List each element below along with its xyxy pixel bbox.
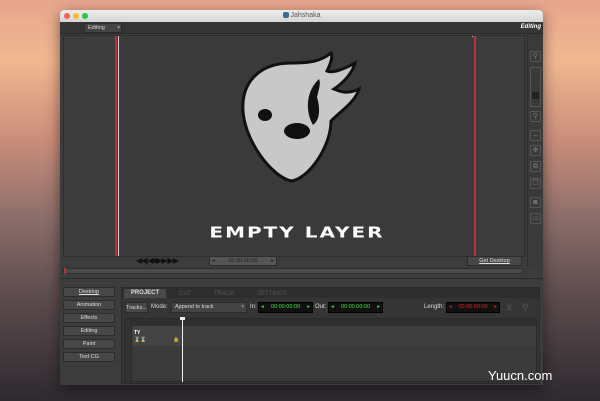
safe-line-right-red (474, 36, 476, 256)
tab-project[interactable]: PROJECT (124, 289, 166, 298)
zoom-out-icon[interactable]: ⚲ (530, 111, 541, 122)
tracks-button[interactable]: Tracks... (125, 302, 148, 313)
folder-icon[interactable]: ▭ (530, 213, 541, 224)
append-mode-select[interactable]: Append to track ▾ (171, 302, 247, 313)
title-bar: Jahshaka (60, 10, 543, 22)
timeline: TY ⌛⌛ 🔒 (125, 317, 537, 382)
splitter-handle[interactable]: · · · · · · · · · · · · · · · · · · · · … (60, 278, 543, 282)
zoom-slider-handle[interactable] (532, 92, 539, 99)
timecode-value: 00:00:00:00 (228, 258, 258, 264)
app-window: Jahshaka Editing ▾ Editing EMPTY LAYER ⚲ … (60, 10, 543, 385)
length-timecode[interactable]: ◂ 00:00:00:00 ▸ (446, 302, 500, 313)
length-value: 00:00:00:00 (458, 304, 488, 310)
close-button[interactable] (64, 13, 70, 19)
rewind-icon[interactable]: ◀◀ (136, 256, 147, 265)
watermark: Yuucn.com (488, 368, 553, 383)
scrub-marker[interactable] (64, 268, 66, 274)
playhead-handle[interactable] (180, 317, 185, 320)
out-prev-icon[interactable]: ◂ (331, 303, 334, 312)
tab-bar: PROJECT CUT TRACK SETTINGS (122, 288, 539, 298)
camera-icon[interactable]: ◙ (530, 197, 541, 208)
get-desktop-button[interactable]: Get Desktop (467, 256, 522, 266)
render-display: EMPTY LAYER (121, 37, 473, 256)
sidebar-item-desktop[interactable]: Desktop (63, 287, 115, 297)
in-value: 00:00:00:00 (270, 304, 301, 310)
jahshaka-logo (241, 51, 361, 183)
mode-select[interactable]: Editing ▾ (84, 23, 122, 33)
scrub-bar[interactable] (63, 268, 523, 274)
track-name: TY (134, 330, 141, 336)
in-label: In: (250, 304, 257, 310)
tc-next-icon[interactable]: ▸ (271, 257, 274, 265)
playhead[interactable] (182, 318, 183, 382)
fit-icon[interactable]: ⧉ (530, 161, 541, 172)
zoom-slider[interactable] (530, 67, 541, 107)
sidebar-item-editing[interactable]: Editing (63, 326, 115, 336)
minus-icon[interactable]: – (530, 130, 541, 141)
track-header: TY ⌛⌛ 🔒 (132, 326, 181, 346)
in-timecode[interactable]: ◂ 00:00:00:00 ▸ (258, 302, 313, 313)
track-lane[interactable] (181, 326, 536, 346)
app-icon (282, 12, 289, 18)
chevron-down-icon: ▾ (117, 25, 120, 31)
minimize-button[interactable] (73, 13, 79, 19)
mode-label: Editing (520, 24, 541, 30)
out-label: Out: (315, 304, 327, 310)
empty-layer-text: EMPTY LAYER (209, 223, 385, 241)
safe-line-left-red (115, 36, 117, 256)
search-icon[interactable]: ⚲ (522, 302, 529, 313)
tab-cut[interactable]: CUT (179, 291, 191, 297)
timecode-field[interactable]: ◂ 00:00:00:00 ▸ (209, 256, 277, 266)
mode-select-value: Editing (88, 25, 105, 31)
zoom-in-icon[interactable]: ⚲ (530, 51, 541, 62)
toolbar: Editing ▾ Editing (60, 22, 543, 34)
tab-track[interactable]: TRACK (214, 291, 234, 297)
timeline-ruler[interactable] (132, 319, 536, 326)
layers-icon[interactable]: ❐ (530, 178, 541, 189)
right-toolbar: ⚲ ⚲ – ✥ ⧉ ❐ ◙ ▭ (527, 35, 542, 267)
transport-controls: ◀◀|◀■▶▶|▶▶ (136, 256, 181, 266)
viewer: EMPTY LAYER (63, 35, 525, 257)
out-next-icon[interactable]: ▸ (377, 303, 380, 312)
track-mute-icons[interactable]: ⌛⌛ (134, 337, 146, 343)
safe-line-left (118, 36, 119, 256)
sidebar-item-paint[interactable]: Paint (63, 339, 115, 349)
out-timecode[interactable]: ◂ 00:00:00:00 ▸ (328, 302, 383, 313)
zoom-button[interactable] (82, 13, 88, 19)
tab-settings[interactable]: SETTINGS (257, 291, 287, 297)
length-prev-icon[interactable]: ◂ (449, 303, 452, 312)
append-mode-value: Append to track (175, 304, 214, 310)
out-value: 00:00:00:00 (340, 304, 371, 310)
chevron-down-icon: ▾ (241, 304, 244, 310)
move-icon[interactable]: ✥ (530, 145, 541, 156)
filter-icon[interactable]: ⊻ (506, 302, 513, 313)
in-prev-icon[interactable]: ◂ (261, 303, 264, 312)
fast-forward-icon[interactable]: ▶▶ (168, 256, 179, 265)
module-sidebar: Desktop Animation Effects Editing Paint … (63, 284, 117, 384)
mode-label: Mode: (151, 304, 168, 310)
length-label: Length: (424, 304, 445, 310)
editing-panel: PROJECT CUT TRACK SETTINGS Tracks... Mod… (121, 287, 540, 384)
sidebar-item-text-cg[interactable]: Text CG (63, 352, 115, 362)
window-title: Jahshaka (290, 12, 321, 19)
in-next-icon[interactable]: ▸ (307, 303, 310, 312)
sidebar-item-effects[interactable]: Effects (63, 313, 115, 323)
tc-prev-icon[interactable]: ◂ (212, 257, 215, 265)
sidebar-item-animation[interactable]: Animation (63, 300, 115, 310)
length-next-icon[interactable]: ▸ (494, 303, 497, 312)
lock-icon[interactable]: 🔒 (173, 337, 179, 343)
